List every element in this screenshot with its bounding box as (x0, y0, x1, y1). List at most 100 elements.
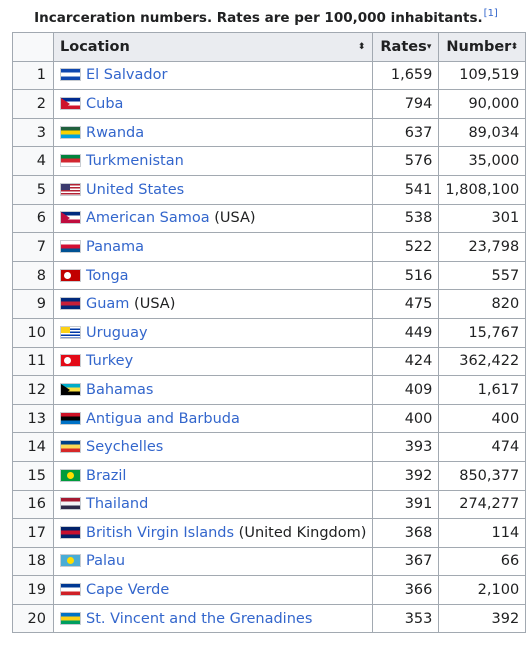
rank-cell: 13 (12, 403, 54, 434)
united-states-flag-icon (60, 182, 81, 196)
rank-cell: 16 (12, 489, 54, 520)
location-cell: Turkey (52, 346, 374, 377)
reference-link[interactable]: [1] (484, 8, 498, 19)
country-link[interactable]: El Salvador (86, 67, 167, 83)
table-row: 17 British Virgin Islands (United Kingdom… (12, 518, 527, 548)
country-link[interactable]: Brazil (86, 468, 126, 484)
number-cell: 362,422 (438, 346, 527, 377)
number-cell: 474 (438, 432, 527, 462)
table-row: 19 Cape Verde 366 2,100 (12, 575, 527, 605)
guam-flag-icon (60, 297, 81, 311)
location-cell: Thailand (52, 489, 374, 520)
location-cell: United States (52, 174, 374, 205)
country-link[interactable]: St. Vincent and the Grenadines (86, 611, 312, 627)
table-row: 8 Tonga 516 557 (12, 260, 527, 291)
sort-descending-icon[interactable]: ▾ (427, 42, 432, 52)
rate-cell: 392 (372, 460, 440, 491)
rank-cell: 5 (12, 174, 54, 205)
rank-header (12, 32, 54, 62)
rate-cell: 391 (372, 489, 440, 520)
table-row: 13 Antigua and Barbuda 400 400 (12, 403, 527, 434)
location-cell: Guam (USA) (52, 289, 374, 319)
country-link[interactable]: Guam (86, 296, 129, 312)
country-link[interactable]: Turkey (86, 353, 133, 369)
brazil-flag-icon (60, 468, 81, 482)
rate-cell: 576 (372, 146, 440, 176)
table-row: 14 Seychelles 393 474 (12, 432, 527, 462)
location-cell: Turkmenistan (52, 146, 374, 176)
british-virgin-islands-flag-icon (60, 525, 81, 539)
number-cell: 820 (438, 289, 527, 319)
rate-cell: 637 (372, 117, 440, 148)
el-salvador-flag-icon (60, 68, 81, 82)
location-cell: Panama (52, 232, 374, 262)
country-link[interactable]: Seychelles (86, 439, 163, 455)
country-link[interactable]: Thailand (86, 496, 148, 512)
table-row: 2 Cuba 794 90,000 (12, 89, 527, 119)
panama-flag-icon (60, 239, 81, 253)
country-link[interactable]: Bahamas (86, 382, 153, 398)
country-link[interactable]: Rwanda (86, 125, 144, 141)
rwanda-flag-icon (60, 125, 81, 139)
rank-cell: 9 (12, 289, 54, 319)
table-row: 10 Uruguay 449 15,767 (12, 317, 527, 348)
country-link[interactable]: Antigua and Barbuda (86, 411, 240, 427)
rank-cell: 7 (12, 232, 54, 262)
cape-verde-flag-icon (60, 583, 81, 597)
table-row: 1 El Salvador 1,659 109,519 (12, 60, 527, 91)
country-suffix: (United Kingdom) (234, 524, 367, 541)
rank-cell: 18 (12, 546, 54, 577)
american-samoa-flag-icon (60, 211, 81, 225)
sort-icon[interactable]: ⬍ (358, 42, 366, 52)
cuba-flag-icon (60, 96, 81, 110)
number-header[interactable]: Number ⬍ (438, 32, 527, 62)
header-row: Location ⬍ Rates ▾ Number ⬍ (12, 32, 527, 62)
rate-cell: 366 (372, 575, 440, 605)
rank-cell: 12 (12, 375, 54, 405)
bahamas-flag-icon (60, 382, 81, 396)
rates-header[interactable]: Rates ▾ (372, 32, 440, 62)
sort-icon[interactable]: ⬍ (511, 42, 519, 52)
rank-cell: 8 (12, 260, 54, 291)
table-row: 7 Panama 522 23,798 (12, 232, 527, 262)
country-link[interactable]: British Virgin Islands (86, 525, 234, 541)
country-link[interactable]: American Samoa (86, 210, 210, 226)
country-link[interactable]: Cuba (86, 96, 123, 112)
number-cell: 89,034 (438, 117, 527, 148)
turkey-flag-icon (60, 354, 81, 368)
rate-cell: 409 (372, 375, 440, 405)
thailand-flag-icon (60, 497, 81, 511)
location-cell: British Virgin Islands (United Kingdom) (52, 518, 374, 548)
number-cell: 1,808,100 (438, 174, 527, 205)
rank-cell: 11 (12, 346, 54, 377)
rate-cell: 368 (372, 518, 440, 548)
rank-cell: 19 (12, 575, 54, 605)
rate-cell: 538 (372, 203, 440, 234)
rank-cell: 3 (12, 117, 54, 148)
rank-cell: 6 (12, 203, 54, 234)
incarceration-table: Location ⬍ Rates ▾ Number ⬍ 1 El Salvador 1,6… (12, 32, 527, 634)
table-row: 12 Bahamas 409 1,617 (12, 375, 527, 405)
location-cell: Bahamas (52, 375, 374, 405)
rate-cell: 522 (372, 232, 440, 262)
number-cell: 274,277 (438, 489, 527, 520)
table-row: 11 Turkey 424 362,422 (12, 346, 527, 377)
number-header-label: Number (446, 38, 512, 55)
rank-cell: 15 (12, 460, 54, 491)
rates-header-label: Rates (380, 38, 427, 55)
country-link[interactable]: Uruguay (86, 325, 148, 341)
country-link[interactable]: Turkmenistan (86, 153, 184, 169)
location-cell: Antigua and Barbuda (52, 403, 374, 434)
table-row: 16 Thailand 391 274,277 (12, 489, 527, 520)
country-suffix: (USA) (209, 210, 256, 227)
country-link[interactable]: Tonga (86, 268, 129, 284)
rank-cell: 10 (12, 317, 54, 348)
country-link[interactable]: Cape Verde (86, 582, 169, 598)
country-link[interactable]: Panama (86, 239, 144, 255)
country-link[interactable]: United States (86, 182, 184, 198)
number-cell: 2,100 (438, 575, 527, 605)
location-cell: El Salvador (52, 60, 374, 91)
country-link[interactable]: Palau (86, 553, 125, 569)
number-cell: 850,377 (438, 460, 527, 491)
location-header[interactable]: Location ⬍ (52, 32, 374, 62)
